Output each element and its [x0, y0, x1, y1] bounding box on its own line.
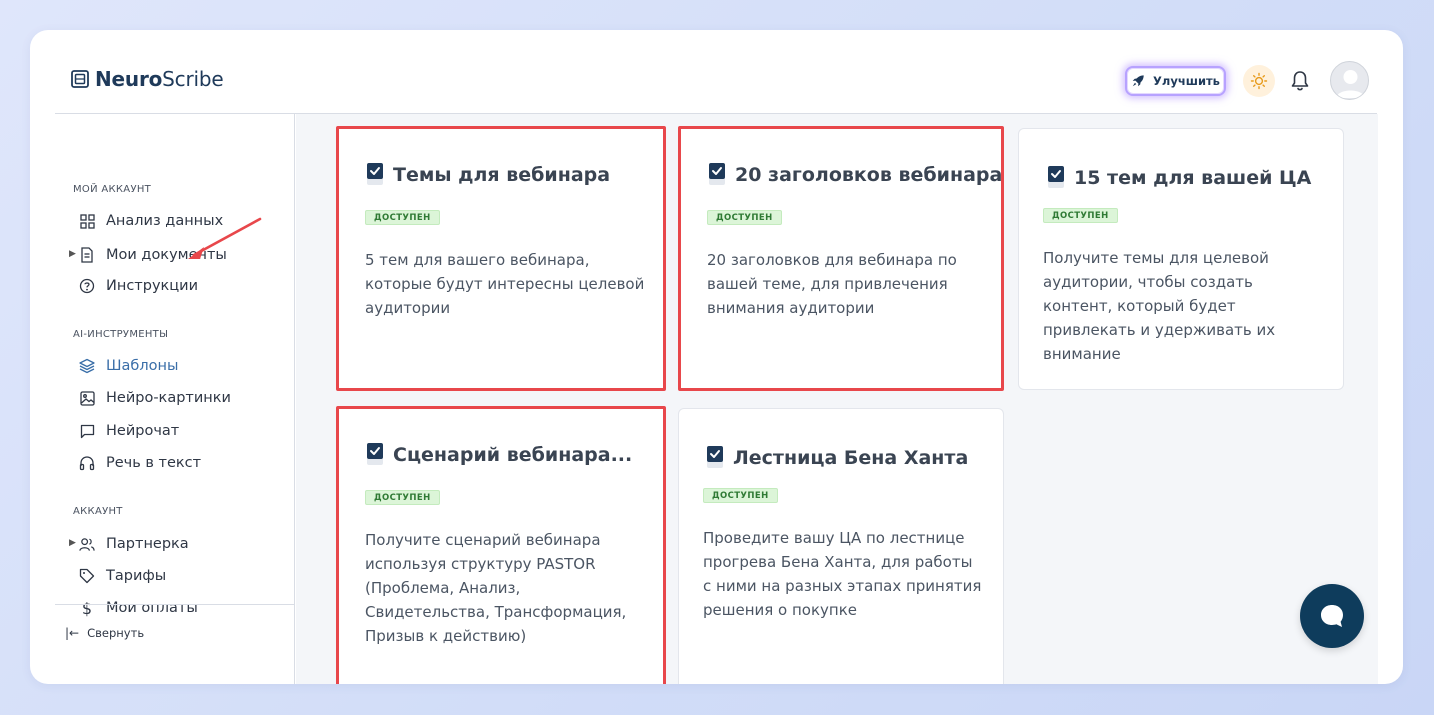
- theme-toggle-button[interactable]: [1243, 65, 1275, 97]
- checkbox-doc-icon: [1048, 166, 1064, 188]
- notifications-button[interactable]: [1288, 68, 1312, 94]
- sidebar-item-label: Мои оплаты: [106, 600, 198, 616]
- card-description: Проведите вашу ЦА по лестнице прогрева Б…: [703, 529, 982, 619]
- template-card[interactable]: Лестница Бена Ханта ДОСТУПЕН Проведите в…: [678, 408, 1004, 684]
- card-title: Сценарий вебинара...: [365, 443, 632, 467]
- annotation-arrow: [188, 217, 262, 259]
- card-title-text: Темы для вебинара: [393, 164, 611, 186]
- sidebar-item-label: Тарифы: [106, 568, 167, 584]
- card-description: 5 тем для вашего вебинара, которые будут…: [365, 251, 645, 317]
- card-title-text: Сценарий вебинара...: [393, 444, 633, 466]
- chat-widget-button[interactable]: [1300, 584, 1364, 648]
- chat-icon: [1321, 605, 1343, 627]
- template-card[interactable]: Сценарий вебинара... ДОСТУПЕН Получите с…: [336, 406, 666, 684]
- card-title-text: Лестница Бена Ханта: [733, 447, 969, 469]
- sidebar: МОЙ АККАУНТ Анализ данных ▶ Мои документ…: [55, 114, 295, 684]
- sidebar-item-label: Речь в текст: [106, 455, 202, 471]
- caret-right-icon[interactable]: ▶: [69, 538, 76, 548]
- section-label-my-account: МОЙ АККАУНТ: [73, 184, 152, 195]
- upgrade-label: Улучшить: [1153, 74, 1220, 88]
- tag-icon: [79, 568, 95, 584]
- card-description: Получите сценарий вебинара используя стр…: [365, 531, 627, 645]
- sidebar-item-instructions[interactable]: Инструкции: [79, 274, 198, 298]
- sidebar-item-neuro-images[interactable]: Нейро-картинки: [79, 386, 231, 410]
- sidebar-item-label: Нейрочат: [106, 423, 180, 439]
- chat-bubble-icon: [79, 423, 95, 439]
- checkbox-doc-icon: [709, 163, 725, 185]
- upgrade-button[interactable]: Улучшить: [1125, 66, 1226, 96]
- bell-icon: [1291, 71, 1309, 91]
- card-title-text: 15 тем для вашей ЦА: [1074, 167, 1312, 189]
- checkbox-doc-icon: [367, 443, 383, 465]
- avatar[interactable]: [1330, 61, 1369, 100]
- status-badge: ДОСТУПЕН: [1043, 208, 1118, 223]
- checkbox-doc-icon: [707, 446, 723, 468]
- template-card[interactable]: 15 тем для вашей ЦА ДОСТУПЕН Получите те…: [1018, 128, 1344, 390]
- section-label-ai-tools: AI-ИНСТРУМЕНТЫ: [73, 329, 169, 340]
- app-window: NeuroScribe Улучшить МОЙ АККАУНТ Анализ …: [30, 30, 1403, 684]
- sidebar-divider: [55, 604, 295, 605]
- card-title: 15 тем для вашей ЦА: [1046, 166, 1311, 190]
- card-title-text: 20 заголовков вебинара: [735, 164, 1003, 186]
- sidebar-item-templates[interactable]: Шаблоны: [79, 354, 178, 378]
- status-badge: ДОСТУПЕН: [707, 210, 782, 225]
- rocket-icon: [1132, 75, 1144, 87]
- brand-name: NeuroScribe: [95, 67, 224, 91]
- card-title: Темы для вебинара: [365, 163, 610, 187]
- sidebar-item-label: Партнерка: [106, 536, 189, 552]
- status-badge: ДОСТУПЕН: [365, 490, 440, 505]
- headphones-icon: [79, 455, 95, 471]
- users-icon: [79, 536, 95, 552]
- checkbox-doc-icon: [367, 163, 383, 185]
- image-icon: [79, 390, 95, 406]
- sidebar-item-tariffs[interactable]: Тарифы: [79, 564, 166, 588]
- caret-right-icon[interactable]: ▶: [69, 249, 76, 259]
- status-badge: ДОСТУПЕН: [703, 488, 778, 503]
- sidebar-item-label: Инструкции: [106, 278, 199, 294]
- logo-icon: [71, 70, 89, 88]
- card-title: Лестница Бена Ханта: [705, 446, 968, 470]
- sidebar-item-my-payments[interactable]: $ Мои оплаты: [79, 596, 198, 620]
- card-title: 20 заголовков вебинара: [707, 163, 1002, 187]
- sidebar-item-label: Нейро-картинки: [106, 390, 231, 406]
- dollar-icon: $: [81, 598, 93, 618]
- sidebar-item-neurochat[interactable]: Нейрочат: [79, 419, 179, 443]
- layers-icon: [79, 358, 95, 374]
- help-circle-icon: [79, 278, 95, 294]
- templates-grid: Темы для вебинара ДОСТУПЕН 5 тем для ваш…: [296, 114, 1378, 684]
- user-avatar-icon: [1336, 70, 1365, 98]
- template-card[interactable]: 20 заголовков вебинара ДОСТУПЕН 20 загол…: [678, 126, 1004, 391]
- collapse-sidebar-button[interactable]: |← Свернуть: [65, 626, 144, 640]
- collapse-left-icon: |←: [65, 626, 80, 640]
- status-badge: ДОСТУПЕН: [365, 210, 440, 225]
- sidebar-item-speech-to-text[interactable]: Речь в текст: [79, 451, 201, 475]
- top-header: NeuroScribe Улучшить: [55, 30, 1377, 114]
- template-card[interactable]: Темы для вебинара ДОСТУПЕН 5 тем для ваш…: [336, 126, 666, 391]
- card-description: Получите темы для целевой аудитории, что…: [1043, 249, 1276, 363]
- brand-logo[interactable]: NeuroScribe: [71, 67, 224, 91]
- sidebar-item-partners[interactable]: ▶ Партнерка: [69, 532, 189, 556]
- card-description: 20 заголовков для вебинара по вашей теме…: [707, 251, 957, 317]
- sun-icon: [1250, 72, 1268, 90]
- section-label-account: АККАУНТ: [73, 506, 123, 517]
- sidebar-item-label: Шаблоны: [106, 358, 179, 374]
- collapse-label: Свернуть: [87, 626, 145, 640]
- document-icon: [79, 247, 95, 263]
- grid-icon: [79, 213, 95, 229]
